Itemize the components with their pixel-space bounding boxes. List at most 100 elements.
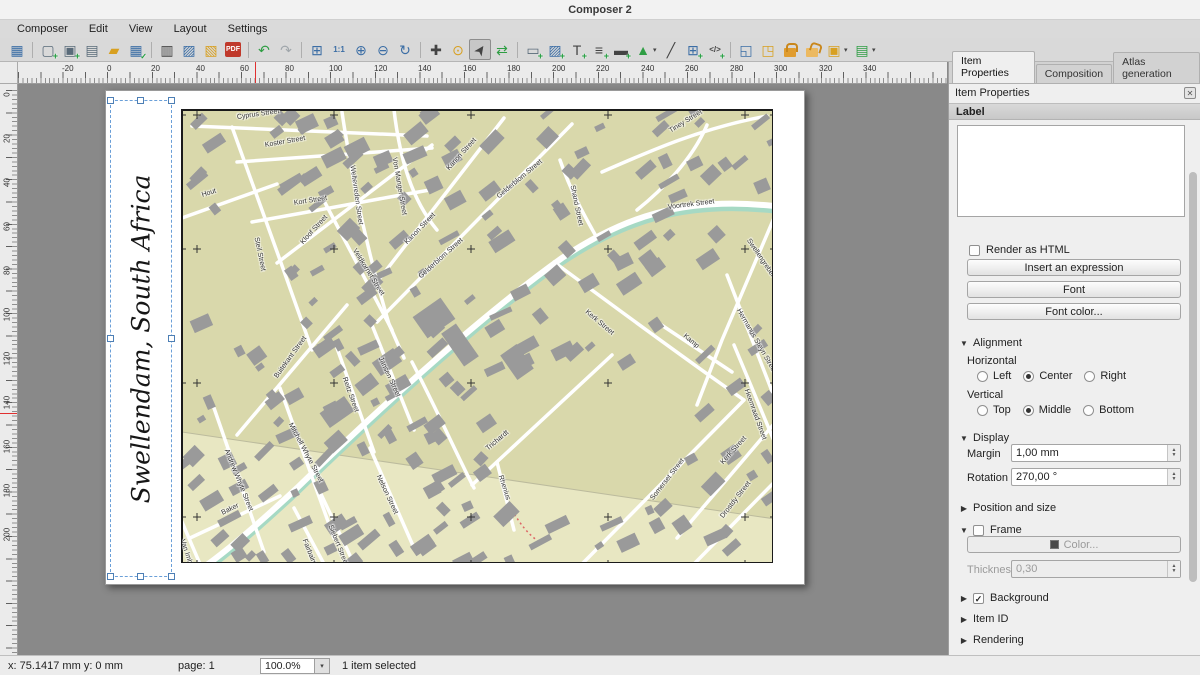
radio-center[interactable] <box>1023 371 1034 382</box>
paper-page[interactable]: Cyprus StreetKoster StreetHoutKort Stree… <box>105 90 805 585</box>
insert-expression-button[interactable]: Insert an expression <box>967 259 1181 276</box>
zoom-actual-size-icon[interactable]: 1:1 <box>328 39 350 60</box>
label-item-selected[interactable]: Swellendam, South Africa <box>111 101 171 576</box>
select-move-item-icon[interactable]: ➤ <box>469 39 491 60</box>
menu-edit[interactable]: Edit <box>80 20 117 38</box>
spin-down-icon[interactable]: ▼ <box>1172 453 1177 458</box>
zoom-combobox[interactable]: 100.0% ▾ <box>260 658 330 674</box>
menu-layout[interactable]: Layout <box>165 20 216 38</box>
close-panel-icon[interactable]: ✕ <box>1184 87 1196 99</box>
composer-manager-icon[interactable]: ▤ <box>81 39 103 60</box>
raise-items-dropdown-icon[interactable]: ▾ <box>844 46 851 54</box>
add-new-map-icon[interactable]: ▭ <box>522 39 544 60</box>
radio-left[interactable] <box>977 371 988 382</box>
radio-middle[interactable] <box>1023 405 1034 416</box>
render-as-html-checkbox[interactable] <box>969 245 980 256</box>
pan-tool-icon[interactable]: ✚ <box>425 39 447 60</box>
export-pdf-icon[interactable]: PDF <box>222 39 244 60</box>
font-color-button[interactable]: Font color... <box>967 303 1181 320</box>
save-project-icon[interactable]: ▦ <box>6 39 28 60</box>
radio-right[interactable] <box>1084 371 1095 382</box>
zoom-tool-icon[interactable]: ⊙ <box>447 39 469 60</box>
menu-composer[interactable]: Composer <box>8 20 77 38</box>
composition-canvas[interactable]: 020406080100120140160180200 <box>0 84 947 655</box>
align-items-icon[interactable]: ▤ <box>851 39 873 60</box>
margin-input[interactable]: 1,00 mm ▲▼ <box>1011 444 1181 462</box>
selection-handle[interactable] <box>137 573 144 580</box>
map-item[interactable]: Cyprus StreetKoster StreetHoutKort Stree… <box>181 109 773 563</box>
print-icon[interactable]: ▥ <box>156 39 178 60</box>
radio-top[interactable] <box>977 405 988 416</box>
ruler-number: 0 <box>3 84 12 106</box>
add-shape-icon[interactable]: ▲ <box>632 39 654 60</box>
selection-handle[interactable] <box>107 97 114 104</box>
zoom-out-icon[interactable]: ⊖ <box>372 39 394 60</box>
thickness-input[interactable]: 0,30 ▲▼ <box>1011 560 1181 578</box>
add-attribute-table-icon[interactable]: ⊞ <box>682 39 704 60</box>
add-image-icon[interactable]: ▨ <box>544 39 566 60</box>
lock-items-icon[interactable] <box>779 39 801 60</box>
radio-bottom[interactable] <box>1083 405 1094 416</box>
background-checkbox[interactable]: ✓ <box>973 593 984 604</box>
refresh-view-icon[interactable]: ↻ <box>394 39 416 60</box>
selection-handle[interactable] <box>168 573 175 580</box>
font-button[interactable]: Font <box>967 281 1181 298</box>
collapse-arrow-icon[interactable]: ▼ <box>959 339 969 348</box>
label-text-input[interactable] <box>957 125 1185 217</box>
frame-checkbox[interactable] <box>973 525 984 536</box>
redo-icon[interactable]: ↷ <box>275 39 297 60</box>
selection-handle[interactable] <box>107 335 114 342</box>
collapse-arrow-icon[interactable]: ▼ <box>959 434 969 443</box>
add-arrow-icon[interactable]: ╱ <box>660 39 682 60</box>
save-as-template-icon[interactable]: ▦ <box>125 39 147 60</box>
alignment-group-header[interactable]: ▼ Alignment <box>949 335 1200 351</box>
frame-color-button[interactable]: Color... <box>967 536 1181 553</box>
spin-down-icon[interactable]: ▼ <box>1172 477 1177 482</box>
move-item-content-icon[interactable]: ⇄ <box>491 39 513 60</box>
add-label-icon[interactable]: T <box>566 39 588 60</box>
zoom-dropdown-icon[interactable]: ▾ <box>315 658 330 674</box>
rotation-spin-buttons[interactable]: ▲▼ <box>1167 469 1180 485</box>
selection-handle[interactable] <box>107 573 114 580</box>
add-html-frame-icon[interactable]: </> <box>704 39 726 60</box>
ungroup-items-icon[interactable]: ◳ <box>757 39 779 60</box>
unlock-items-icon[interactable] <box>801 39 823 60</box>
selection-handle[interactable] <box>137 97 144 104</box>
menu-settings[interactable]: Settings <box>219 20 277 38</box>
add-scalebar-icon[interactable]: ▬ <box>610 39 632 60</box>
panel-scrollbar[interactable] <box>1189 172 1197 582</box>
align-items-dropdown-icon[interactable]: ▾ <box>872 46 879 54</box>
position-size-group-header[interactable]: ▶ Position and size <box>949 500 1200 516</box>
menu-view[interactable]: View <box>120 20 162 38</box>
collapse-arrow-icon[interactable]: ▶ <box>959 615 969 624</box>
zoom-value[interactable]: 100.0% <box>260 658 315 674</box>
collapse-arrow-icon[interactable]: ▶ <box>959 636 969 645</box>
background-group-header[interactable]: ▶ ✓ Background <box>949 590 1200 606</box>
rotation-input[interactable]: 270,00 ° ▲▼ <box>1011 468 1181 486</box>
selection-handle[interactable] <box>168 97 175 104</box>
selection-handle[interactable] <box>168 335 175 342</box>
tab-atlas-generation[interactable]: Atlas generation <box>1113 52 1200 83</box>
ruler-number: 0 <box>107 64 111 73</box>
cursor-position: x: 75.1417 mm y: 0 mm <box>8 660 158 672</box>
zoom-in-icon[interactable]: ⊕ <box>350 39 372 60</box>
tab-composition[interactable]: Composition <box>1036 64 1112 83</box>
rendering-group-header[interactable]: ▶ Rendering <box>949 632 1200 648</box>
margin-spin-buttons[interactable]: ▲▼ <box>1167 445 1180 461</box>
item-id-group-header[interactable]: ▶ Item ID <box>949 611 1200 627</box>
collapse-arrow-icon[interactable]: ▶ <box>959 504 969 513</box>
tab-item-properties[interactable]: Item Properties <box>952 51 1035 83</box>
export-image-icon[interactable]: ▨ <box>178 39 200 60</box>
add-legend-icon[interactable]: ≡ <box>588 39 610 60</box>
add-shape-dropdown-icon[interactable]: ▾ <box>653 46 660 54</box>
new-composer-icon[interactable]: ▢ <box>37 39 59 60</box>
load-from-template-icon[interactable]: ▰ <box>103 39 125 60</box>
zoom-full-icon[interactable]: ⊞ <box>306 39 328 60</box>
collapse-arrow-icon[interactable]: ▼ <box>959 526 969 535</box>
export-svg-icon[interactable]: ▧ <box>200 39 222 60</box>
raise-items-icon[interactable]: ▣ <box>823 39 845 60</box>
duplicate-composer-icon[interactable]: ▣ <box>59 39 81 60</box>
undo-icon[interactable]: ↶ <box>253 39 275 60</box>
collapse-arrow-icon[interactable]: ▶ <box>959 594 969 603</box>
group-items-icon[interactable]: ◱ <box>735 39 757 60</box>
